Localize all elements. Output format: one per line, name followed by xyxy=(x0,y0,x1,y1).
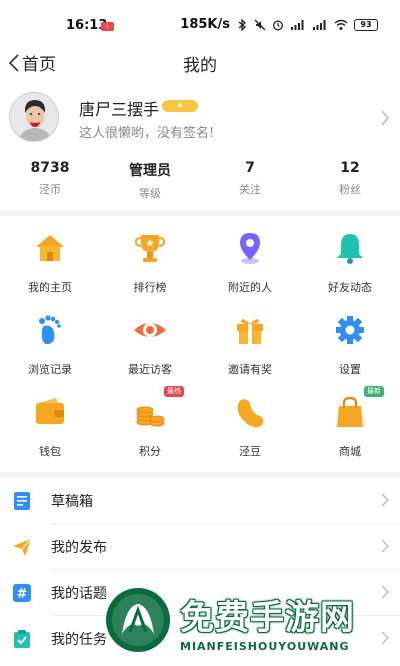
footprint-icon xyxy=(39,315,61,345)
trophy-icon xyxy=(134,235,166,262)
grid-label: 最近访客 xyxy=(128,363,172,376)
bluetooth-icon xyxy=(238,18,246,31)
grid-item-wallet[interactable]: 钱包 xyxy=(0,386,100,466)
notification-badge: ! xyxy=(101,22,114,31)
username: 唐尸三摆手 xyxy=(79,100,160,119)
grid-label: 邀请有奖 xyxy=(228,363,272,376)
coins-icon xyxy=(136,406,165,427)
stat-label: 等级 xyxy=(139,187,161,200)
grid-label: 设置 xyxy=(339,363,361,376)
signal-icon xyxy=(291,19,304,30)
stats-row: 8738 泾币 管理员 等级 7 关注 12 粉丝 xyxy=(0,160,400,202)
signal-icon-2 xyxy=(313,19,326,30)
grid-label: 钱包 xyxy=(39,445,61,458)
hashtag-icon: # xyxy=(13,584,31,602)
list-item-my-topics[interactable]: # 我的话题 xyxy=(0,570,400,616)
stat-level[interactable]: 管理员 等级 xyxy=(110,160,190,201)
stat-value: 管理员 xyxy=(129,163,171,179)
location-pin-icon xyxy=(240,233,260,264)
shopping-bag-icon xyxy=(337,396,363,427)
grid-item-friend-feed[interactable]: 好友动态 xyxy=(300,222,400,302)
grid-item-beans[interactable]: 泾豆 xyxy=(200,386,300,466)
list-label: 我的发布 xyxy=(51,540,107,556)
grid-item-nearby[interactable]: 附近的人 xyxy=(200,222,300,302)
grid-label: 附近的人 xyxy=(228,281,272,294)
stat-label: 关注 xyxy=(239,183,261,196)
status-right: 185K/s 93 xyxy=(180,17,378,32)
list-item-my-tasks[interactable]: 我的任务 xyxy=(0,616,400,662)
task-icon xyxy=(14,630,30,648)
avatar-portrait xyxy=(10,93,58,141)
chevron-right-icon xyxy=(381,110,389,126)
chevron-right-icon xyxy=(381,539,389,553)
alarm-icon xyxy=(273,20,283,30)
send-icon xyxy=(13,538,32,556)
wallet-icon xyxy=(36,398,64,424)
page-title: 我的 xyxy=(183,56,217,76)
bean-icon xyxy=(237,399,264,428)
profile-header[interactable]: 唐尸三摆手 ◆ 这人很懒哟，没有签名! xyxy=(0,90,400,148)
mute-icon xyxy=(254,19,266,30)
gear-icon xyxy=(336,316,364,344)
nav-bar: 首页 我的 xyxy=(0,44,400,80)
grid-item-invite[interactable]: 邀请有奖 xyxy=(200,304,300,384)
list-label: 我的任务 xyxy=(51,632,107,648)
drafts-icon xyxy=(14,492,30,510)
status-bar: 16:13 ! 185K/s 93 xyxy=(0,0,400,36)
grid-item-points[interactable]: 最热 积分 xyxy=(100,386,200,466)
list-label: 草稿箱 xyxy=(51,494,93,510)
vip-badge: ◆ xyxy=(162,100,198,112)
avatar[interactable] xyxy=(9,92,59,142)
grid-item-store[interactable]: 最新 商城 xyxy=(300,386,400,466)
list-label: 我的话题 xyxy=(51,586,107,602)
grid-item-leaderboard[interactable]: 排行榜 xyxy=(100,222,200,302)
grid-label: 浏览记录 xyxy=(28,363,72,376)
grid-label: 排行榜 xyxy=(133,281,167,294)
stat-label: 粉丝 xyxy=(339,183,361,196)
stat-following[interactable]: 7 关注 xyxy=(210,160,290,197)
section-divider xyxy=(0,210,400,216)
signature: 这人很懒哟，没有签名! xyxy=(79,126,215,141)
chevron-right-icon xyxy=(381,631,389,645)
wifi-icon xyxy=(334,19,348,30)
eye-icon xyxy=(134,323,166,337)
feature-grid: 我的主页 排行榜 附近的人 好友动态 浏览记录 最近访客 邀请有奖 设置 钱包 … xyxy=(0,222,400,466)
network-speed: 185K/s xyxy=(180,17,230,32)
grid-label: 泾豆 xyxy=(239,445,261,458)
home-icon xyxy=(36,235,64,261)
grid-item-history[interactable]: 浏览记录 xyxy=(0,304,100,384)
list-item-drafts[interactable]: 草稿箱 xyxy=(0,478,400,524)
list-item-my-posts[interactable]: 我的发布 xyxy=(0,524,400,570)
grid-label: 商城 xyxy=(339,445,361,458)
stat-value: 8738 xyxy=(30,160,70,176)
stat-value: 12 xyxy=(340,160,360,176)
svg-text:#: # xyxy=(17,587,28,602)
new-badge: 最新 xyxy=(364,386,384,397)
grid-item-visitors[interactable]: 最近访客 xyxy=(100,304,200,384)
stat-followers[interactable]: 12 粉丝 xyxy=(310,160,390,197)
grid-item-settings[interactable]: 设置 xyxy=(300,304,400,384)
stat-label: 泾币 xyxy=(39,183,61,196)
chevron-right-icon xyxy=(381,585,389,599)
bell-icon xyxy=(337,234,363,264)
stat-value: 7 xyxy=(245,160,255,176)
gift-icon xyxy=(237,319,263,344)
hot-badge: 最热 xyxy=(164,386,184,397)
stat-coins[interactable]: 8738 泾币 xyxy=(10,160,90,197)
grid-label: 我的主页 xyxy=(28,281,72,294)
grid-label: 好友动态 xyxy=(328,281,372,294)
battery-icon: 93 xyxy=(354,18,378,31)
chevron-right-icon xyxy=(381,493,389,507)
grid-label: 积分 xyxy=(139,445,161,458)
grid-item-homepage[interactable]: 我的主页 xyxy=(0,222,100,302)
